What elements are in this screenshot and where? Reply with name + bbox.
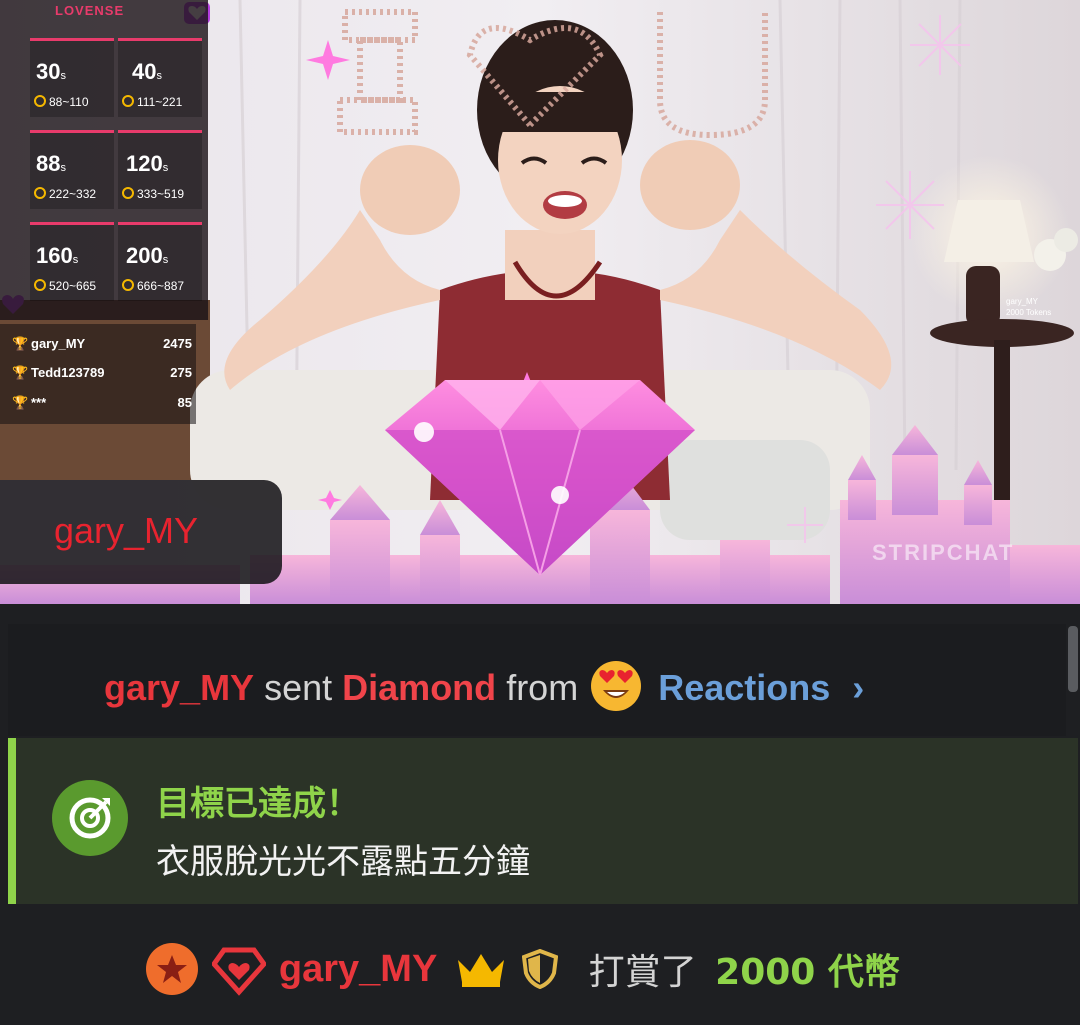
token-coin-icon [34, 279, 46, 291]
crown-icon [457, 954, 504, 987]
shield-icon [522, 949, 559, 989]
goal-title: 目標已達成！ [156, 784, 360, 824]
tip-level: 40s 111~221 [118, 38, 202, 117]
reactions-link[interactable]: Reactions [658, 667, 830, 708]
chat-panel[interactable]: gary_MY sent Diamond from Reactions › 目標… [0, 604, 1080, 1025]
tip-level: 120s 333~519 [118, 130, 202, 209]
leaderboard-row: 🏆 gary_MY 2475 [12, 336, 192, 351]
gift-sender-name: gary_MY [54, 510, 199, 551]
lovense-tip-menu: LOVENSE 30s 88~110 40s 111~221 88s 222~3… [0, 0, 208, 320]
lovense-logo: LOVENSE [55, 3, 125, 18]
gift-sender-popup: gary_MY [0, 480, 282, 584]
goal-text: 衣服脫光光不露點五分鐘 [156, 842, 530, 882]
star-badge-icon [146, 943, 198, 995]
stripchat-watermark: STRIPCHAT [872, 540, 1015, 565]
heart-eyes-emoji-icon [591, 661, 642, 711]
token-coin-icon [34, 187, 46, 199]
token-coin-icon [122, 187, 134, 199]
chat-message-tip: gary_MY 打賞了 2000 代幣 [8, 904, 1070, 1025]
silver-trophy-icon: 🏆 [12, 365, 29, 380]
tipper-leaderboard: 🏆 gary_MY 2475 🏆 Tedd123789 275 🏆 *** 85 [0, 324, 196, 424]
chat-message-goal: 目標已達成！ 衣服脫光光不露點五分鐘 [8, 738, 1078, 904]
tip-level: 200s 666~887 [118, 222, 202, 301]
lovense-toy-label: gary_MY 2000 Tokens [1006, 297, 1052, 317]
token-coin-icon [122, 95, 134, 107]
target-icon [52, 780, 128, 856]
tip-level: 160s 520~665 [30, 222, 114, 301]
gift-name: Diamond [342, 667, 497, 708]
leaderboard-row: 🏆 Tedd123789 275 [12, 365, 192, 380]
tip-level: 88s 222~332 [30, 130, 114, 209]
tip-amount: 2000 代幣 [715, 952, 900, 993]
tip-level: 30s 88~110 [30, 38, 114, 117]
chat-message-gift: gary_MY sent Diamond from Reactions › [8, 624, 1066, 736]
token-coin-icon [34, 95, 46, 107]
chat-username[interactable]: gary_MY [104, 667, 254, 708]
token-coin-icon [122, 279, 134, 291]
diamond-badge-icon [212, 947, 267, 996]
chevron-right-icon[interactable]: › [852, 667, 864, 709]
bronze-trophy-icon: 🏆 [12, 395, 29, 410]
chat-scrollbar[interactable] [1068, 626, 1078, 692]
leaderboard-row: 🏆 *** 85 [12, 395, 192, 410]
stream-video[interactable]: LOVENSE 30s 88~110 40s 111~221 88s 222~3… [0, 0, 1080, 604]
gold-trophy-icon: 🏆 [12, 336, 29, 351]
chat-username[interactable]: gary_MY [279, 948, 437, 990]
